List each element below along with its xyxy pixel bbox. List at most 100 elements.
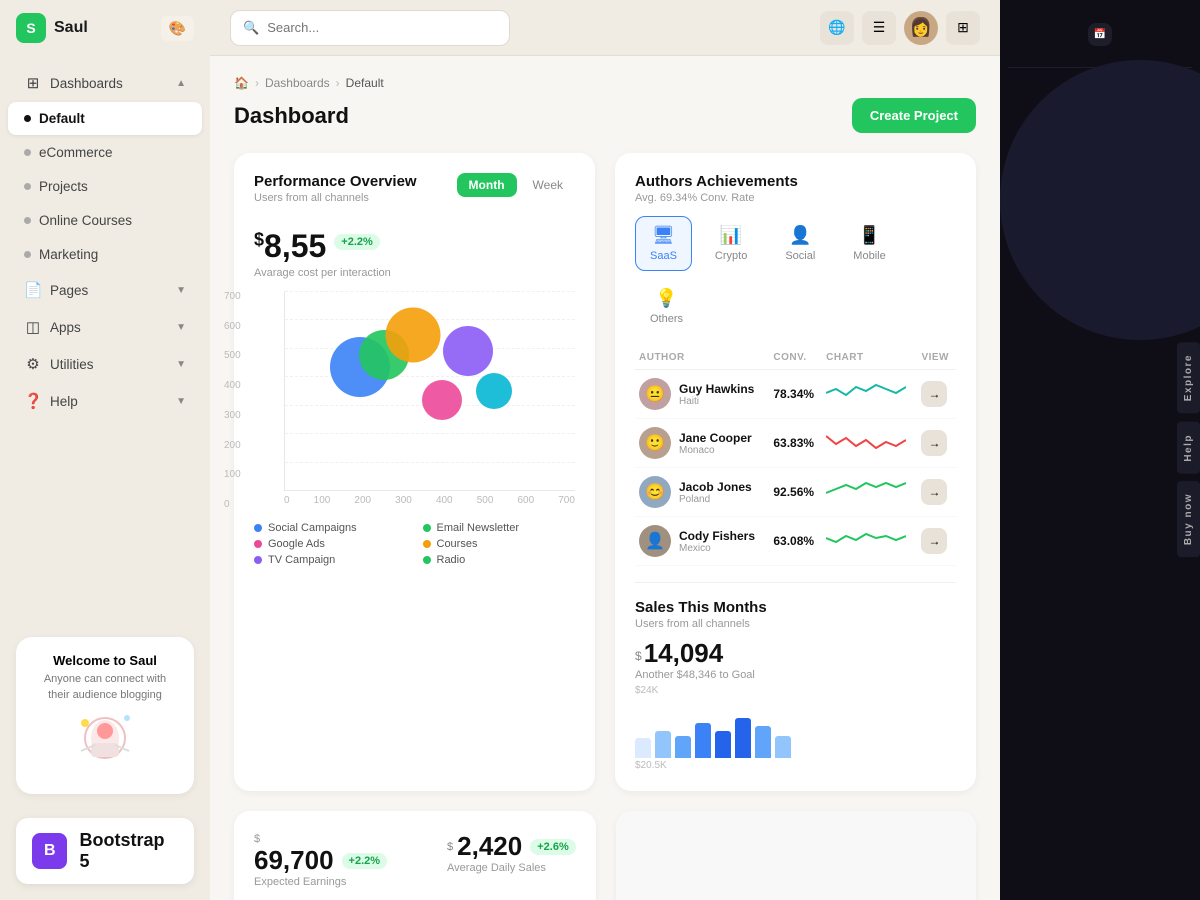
sparkline-chart: [826, 479, 906, 503]
buy-now-label[interactable]: Buy now: [1177, 481, 1200, 557]
author-avatar: 😐: [639, 378, 671, 410]
chart-header: Performance Overview Users from all chan…: [254, 173, 575, 204]
legend-dot: [254, 540, 262, 548]
sidebar-item-marketing[interactable]: Marketing: [8, 238, 202, 271]
sales-bar-chart: [635, 708, 956, 758]
sidebar-item-utilities[interactable]: ⚙ Utilities ▼: [8, 346, 202, 382]
grid-button[interactable]: ⊞: [946, 11, 980, 45]
side-labels: Explore Help Buy now: [1177, 0, 1200, 900]
sales-month-title: Sales This Months: [635, 599, 767, 616]
earnings-title: Expected Earnings: [254, 876, 387, 888]
tab-mobile[interactable]: 📱 Mobile: [838, 216, 900, 271]
legend-tv: TV Campaign: [254, 554, 407, 566]
tab-week[interactable]: Week: [521, 173, 575, 197]
grid-line: [285, 376, 575, 377]
bar: [755, 726, 771, 759]
bar: [715, 731, 731, 759]
view-button[interactable]: →: [921, 479, 947, 505]
crypto-icon: 📊: [720, 225, 742, 246]
settings-button[interactable]: ☰: [862, 11, 896, 45]
help-icon: ❓: [24, 392, 42, 410]
performance-badge: +2.2%: [334, 234, 380, 250]
sidebar-item-label: Help: [50, 394, 78, 409]
bubble-courses: [422, 380, 462, 420]
authors-card: Authors Achievements Avg. 69.34% Conv. R…: [615, 153, 976, 791]
right-panel: 📅 🔔 🏠 { } ⊞ Explore Help Buy now: [1000, 0, 1200, 900]
bootstrap-label: Bootstrap 5: [79, 830, 178, 872]
performance-title: Performance Overview: [254, 173, 417, 190]
sidebar-item-label: Pages: [50, 283, 88, 298]
notification-button[interactable]: 🌐: [820, 11, 854, 45]
bubble-ads: [385, 307, 440, 362]
bar: [635, 738, 651, 758]
daily-sales-title: Average Daily Sales: [447, 862, 576, 874]
app-logo: S: [16, 13, 46, 43]
legend-courses: Courses: [423, 538, 576, 550]
bar: [655, 731, 671, 759]
grid-line: [285, 462, 575, 463]
bar: [735, 718, 751, 758]
sidebar-toggle-button[interactable]: 🎨: [161, 16, 194, 41]
tab-saas[interactable]: 🖥 SaaS: [635, 216, 692, 271]
calendar-widget: 📅: [1088, 23, 1112, 46]
bubble-chart-container: 7006005004003002001000: [254, 291, 575, 510]
welcome-subtitle: Anyone can connect with their audience b…: [32, 672, 178, 703]
author-cell: 🙂 Jane Cooper Monaco: [639, 427, 765, 459]
tab-social[interactable]: 👤 Social: [770, 216, 830, 271]
sidebar-item-dashboards[interactable]: ⊞ Dashboards ▲: [8, 65, 202, 101]
daily-sales-value: 2,420: [457, 831, 522, 862]
sparkline-chart: [826, 381, 906, 405]
nav-dot: [24, 251, 31, 258]
authors-tabs: 🖥 SaaS 📊 Crypto 👤 Social 📱 Mobile: [635, 216, 956, 334]
search-bar: 🔍: [230, 10, 510, 46]
tab-month[interactable]: Month: [457, 173, 517, 197]
welcome-title: Welcome to Saul: [32, 653, 178, 668]
nav-dot: [24, 115, 31, 122]
create-project-button[interactable]: Create Project: [852, 98, 976, 133]
table-row: 😐 Guy Hawkins Haiti 78.34%: [635, 370, 956, 419]
legend-social: Social Campaigns: [254, 522, 407, 534]
tab-crypto[interactable]: 📊 Crypto: [700, 216, 762, 271]
view-button[interactable]: →: [921, 381, 947, 407]
legend-dot: [254, 556, 262, 564]
earnings-card: $ 69,700 +2.2% Expected Earnings $ 2,420…: [234, 811, 596, 900]
search-input[interactable]: [267, 20, 497, 35]
view-button[interactable]: →: [921, 430, 947, 456]
sidebar-item-pages[interactable]: 📄 Pages ▼: [8, 272, 202, 308]
chevron-icon: ▼: [176, 285, 186, 296]
main-content: 🔍 🌐 ☰ 👩 ⊞ 🏠 › Dashboards › Default Dashb…: [210, 0, 1000, 900]
legend-google-ads: Google Ads: [254, 538, 407, 550]
table-row: 👤 Cody Fishers Mexico 63.08%: [635, 517, 956, 566]
help-label[interactable]: Help: [1177, 422, 1200, 474]
sparkline-chart: [826, 528, 906, 552]
y-axis-labels: 7006005004003002001000: [224, 291, 241, 510]
topbar: 🔍 🌐 ☰ 👩 ⊞: [210, 0, 1000, 56]
sidebar-item-projects[interactable]: Projects: [8, 170, 202, 203]
utilities-icon: ⚙: [24, 355, 42, 373]
sidebar-item-default[interactable]: Default: [8, 102, 202, 135]
performance-card: Performance Overview Users from all chan…: [234, 153, 595, 791]
tab-others[interactable]: 💡 Others: [635, 279, 698, 334]
nav-dot: [24, 183, 31, 190]
sidebar-item-help[interactable]: ❓ Help ▼: [8, 383, 202, 419]
home-icon: 🏠: [234, 76, 249, 90]
search-icon: 🔍: [243, 20, 259, 36]
conv-value: 92.56%: [769, 468, 822, 517]
performance-value: $8,55: [254, 228, 326, 265]
sidebar-item-online-courses[interactable]: Online Courses: [8, 204, 202, 237]
chevron-icon: ▼: [176, 396, 186, 407]
view-button[interactable]: →: [921, 528, 947, 554]
chevron-icon: ▼: [176, 322, 186, 333]
col-conv: CONV.: [769, 346, 822, 370]
apps-icon: ◫: [24, 318, 42, 336]
page-title: Dashboard: [234, 103, 349, 129]
sidebar-item-ecommerce[interactable]: eCommerce: [8, 136, 202, 169]
bubble-chart: [284, 291, 575, 491]
legend-email: Email Newsletter: [423, 522, 576, 534]
user-avatar[interactable]: 👩: [904, 11, 938, 45]
content-area: 🏠 › Dashboards › Default Dashboard Creat…: [210, 56, 1000, 900]
sidebar-item-apps[interactable]: ◫ Apps ▼: [8, 309, 202, 345]
bubble-tv: [443, 326, 493, 376]
explore-label[interactable]: Explore: [1177, 342, 1200, 413]
col-author: AUTHOR: [635, 346, 769, 370]
